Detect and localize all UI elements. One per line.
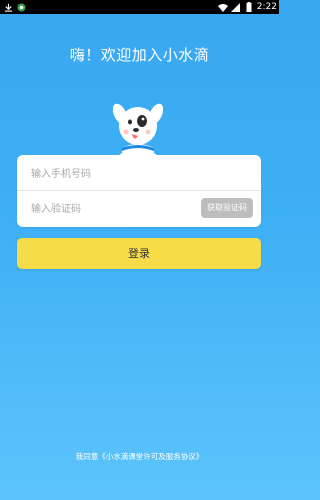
code-field-row: 获取验证码 bbox=[17, 192, 261, 227]
status-time: 2:22 bbox=[256, 2, 277, 12]
get-code-button[interactable]: 获取验证码 bbox=[201, 198, 253, 218]
login-form-card: 获取验证码 bbox=[17, 155, 261, 227]
form-divider bbox=[17, 190, 261, 191]
page-title: 嗨！欢迎加入小水滴 bbox=[69, 46, 210, 64]
login-button[interactable]: 登录 bbox=[17, 238, 261, 269]
phone-field-row bbox=[17, 157, 261, 192]
signal-icon bbox=[231, 2, 241, 12]
battery-icon bbox=[244, 2, 254, 12]
download-icon bbox=[3, 2, 13, 12]
wifi-icon bbox=[217, 2, 228, 12]
status-bar: 2:22 bbox=[0, 0, 279, 14]
agreement-link[interactable]: 我同意《小水滴课堂许可及服务协议》 bbox=[0, 451, 279, 462]
verification-code-input[interactable] bbox=[31, 200, 201, 218]
phone-input[interactable] bbox=[31, 165, 201, 183]
status-left-icons bbox=[3, 0, 26, 14]
app-notification-icon bbox=[16, 2, 26, 12]
mascot-dog-illustration bbox=[108, 96, 168, 160]
status-right-icons: 2:22 bbox=[217, 0, 277, 14]
